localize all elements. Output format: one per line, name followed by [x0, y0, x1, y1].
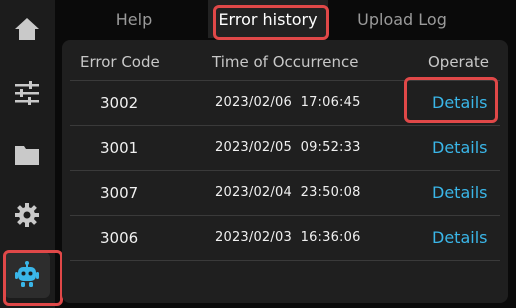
occurrence-time: 2023/02/06 17:06:45 [215, 95, 361, 110]
gear-icon [15, 203, 39, 227]
header-operate: Operate [428, 53, 490, 71]
error-code: 3007 [100, 184, 139, 202]
error-code: 3002 [100, 94, 139, 112]
table-row: 3001 2023/02/05 09:52:33 Details [62, 126, 508, 170]
error-code: 3001 [100, 139, 139, 157]
occurrence-time: 2023/02/04 23:50:08 [215, 185, 361, 200]
error-code: 3006 [100, 229, 139, 247]
row-divider [70, 260, 500, 261]
robot-icon [15, 261, 39, 287]
sliders-icon [15, 81, 39, 105]
table-row: 3007 2023/02/04 23:50:08 Details [62, 171, 508, 215]
details-link[interactable]: Details [432, 138, 487, 157]
occurrence-time: 2023/02/03 16:36:06 [215, 230, 361, 245]
tab-help[interactable]: Help [82, 0, 186, 38]
sidebar-item-files[interactable] [4, 132, 50, 178]
details-link[interactable]: Details [432, 228, 487, 247]
header-time: Time of Occurrence [212, 53, 359, 71]
sidebar-item-system[interactable] [4, 192, 50, 238]
sidebar-item-home[interactable] [4, 6, 50, 52]
sidebar-item-settings-sliders[interactable] [4, 70, 50, 116]
folder-icon [15, 146, 39, 165]
tab-error-history[interactable]: Error history [208, 0, 328, 38]
error-history-panel: Error Code Time of Occurrence Operate 30… [62, 40, 508, 303]
details-link[interactable]: Details [432, 93, 487, 112]
tab-bar: Help Error history Upload Log [62, 0, 516, 40]
sidebar [0, 0, 55, 308]
home-icon [15, 18, 39, 40]
table-row: 3002 2023/02/06 17:06:45 Details [62, 81, 508, 125]
header-error-code: Error Code [80, 53, 160, 71]
table-row: 3006 2023/02/03 16:36:06 Details [62, 216, 508, 260]
table-header: Error Code Time of Occurrence Operate [62, 40, 508, 80]
occurrence-time: 2023/02/05 09:52:33 [215, 140, 361, 155]
details-link[interactable]: Details [432, 183, 487, 202]
tab-upload-log[interactable]: Upload Log [342, 0, 462, 38]
sidebar-item-robot[interactable] [4, 252, 50, 298]
